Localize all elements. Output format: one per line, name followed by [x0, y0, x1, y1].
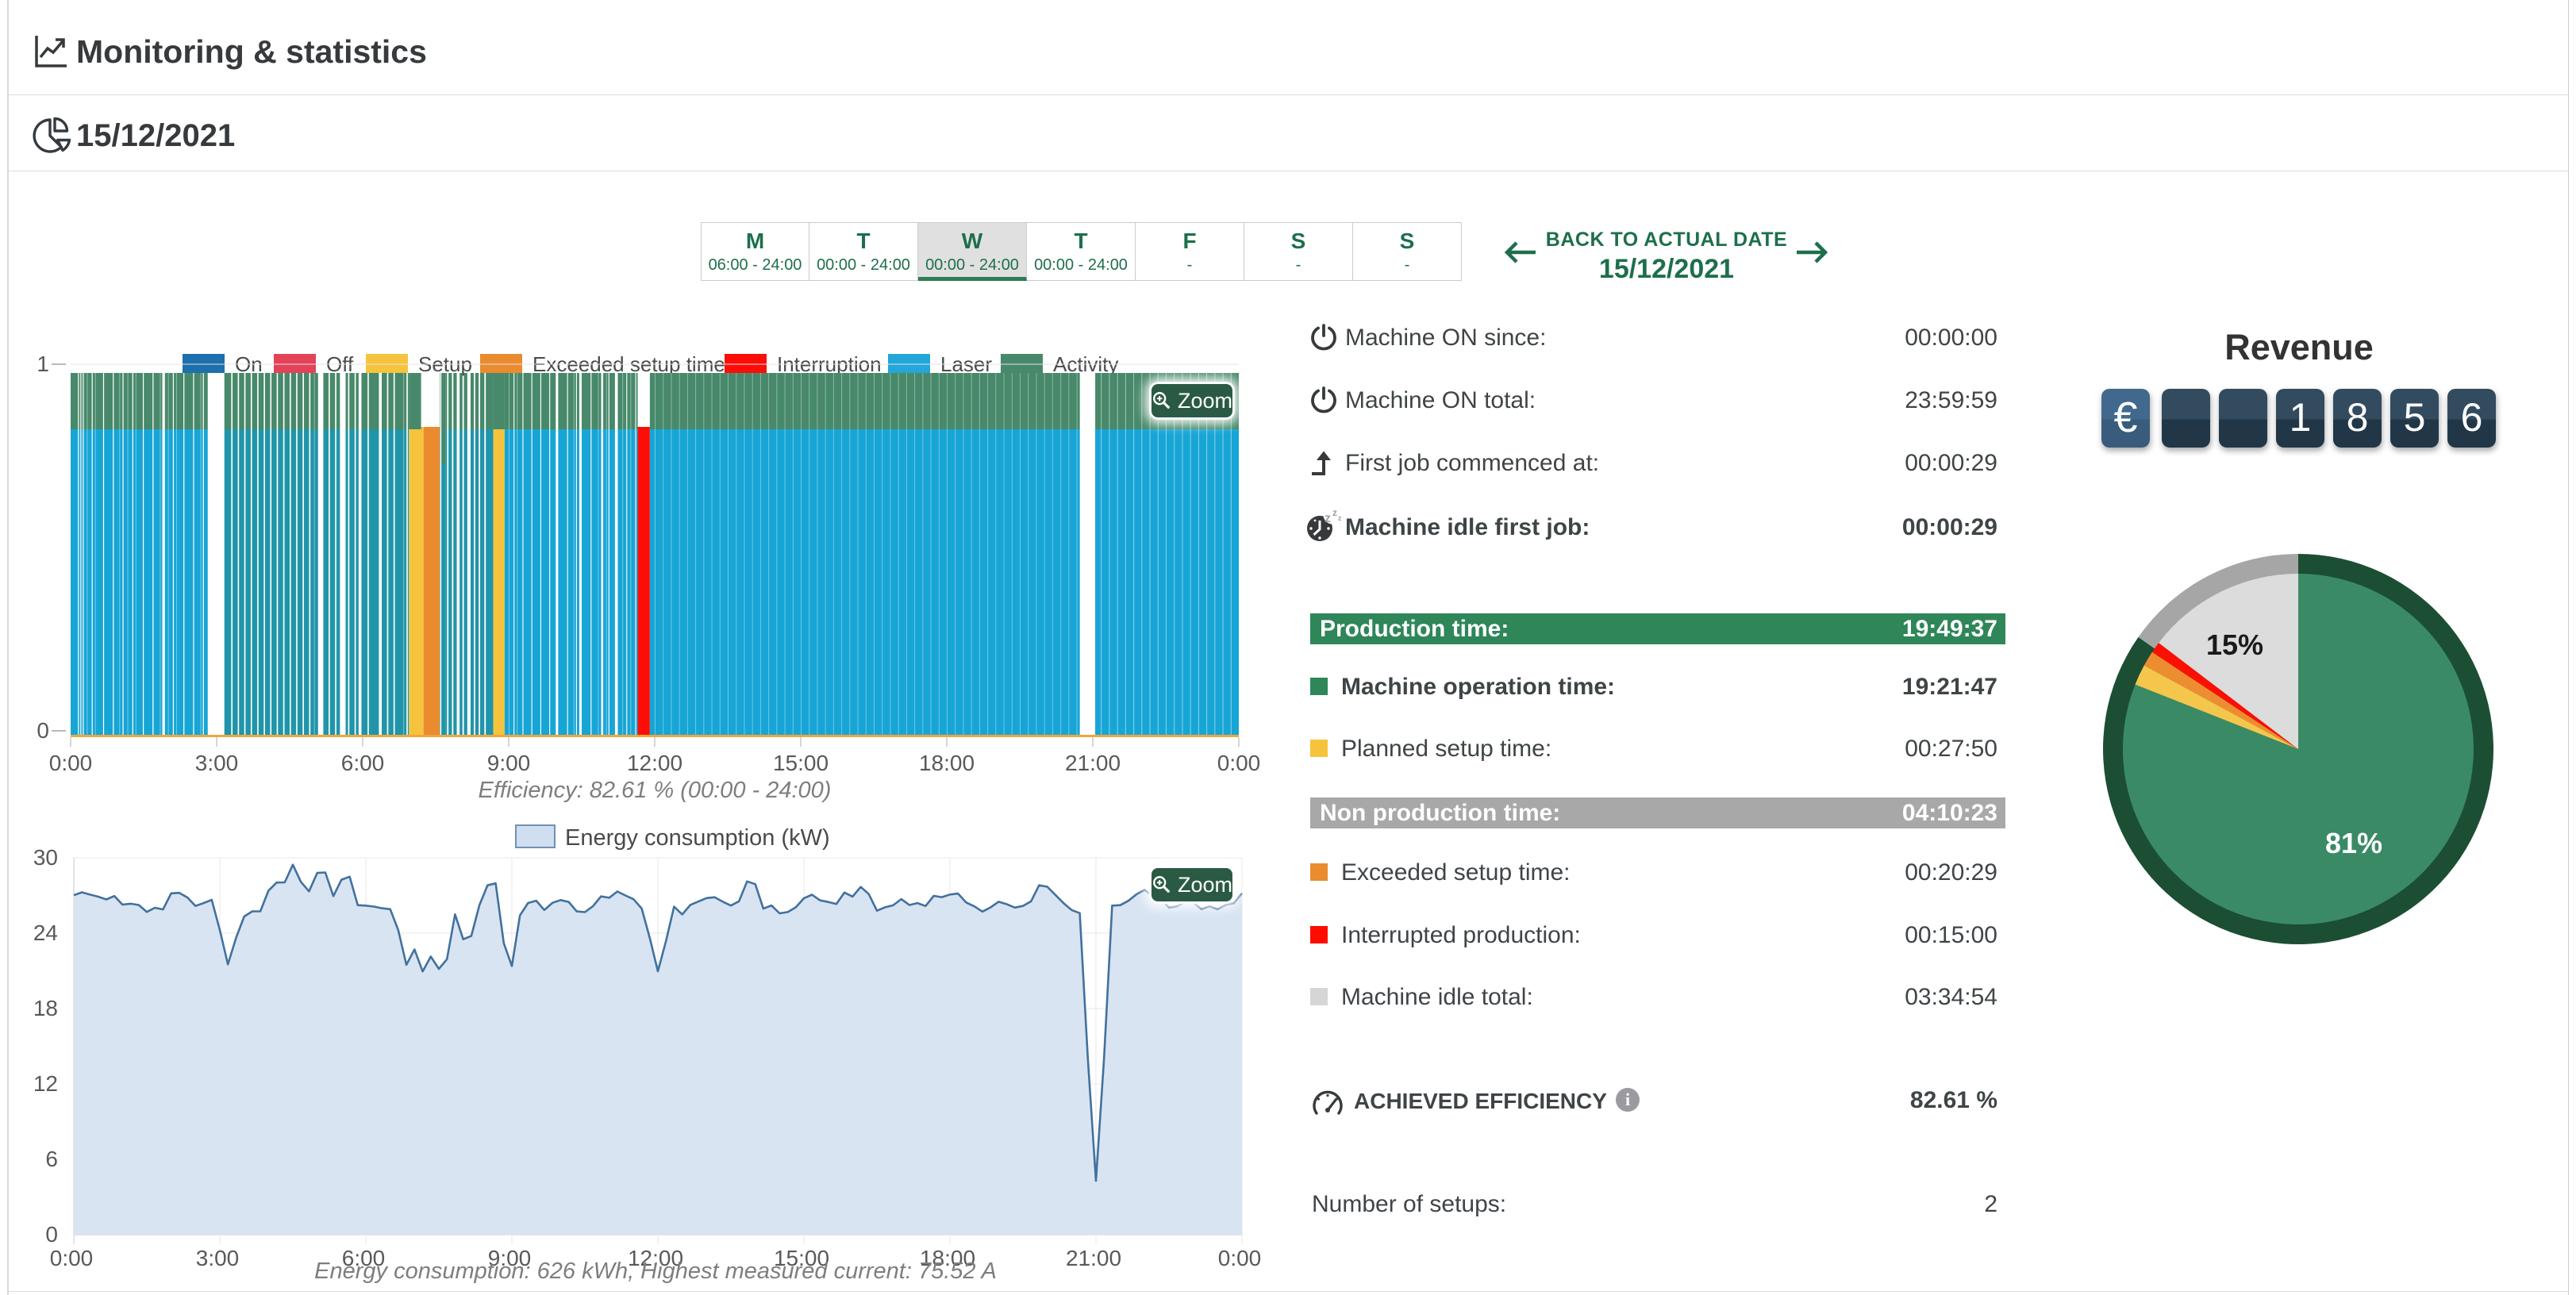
- svg-text:z: z: [1325, 512, 1331, 525]
- svg-text:z: z: [1332, 507, 1337, 518]
- svg-text:z: z: [1338, 514, 1342, 522]
